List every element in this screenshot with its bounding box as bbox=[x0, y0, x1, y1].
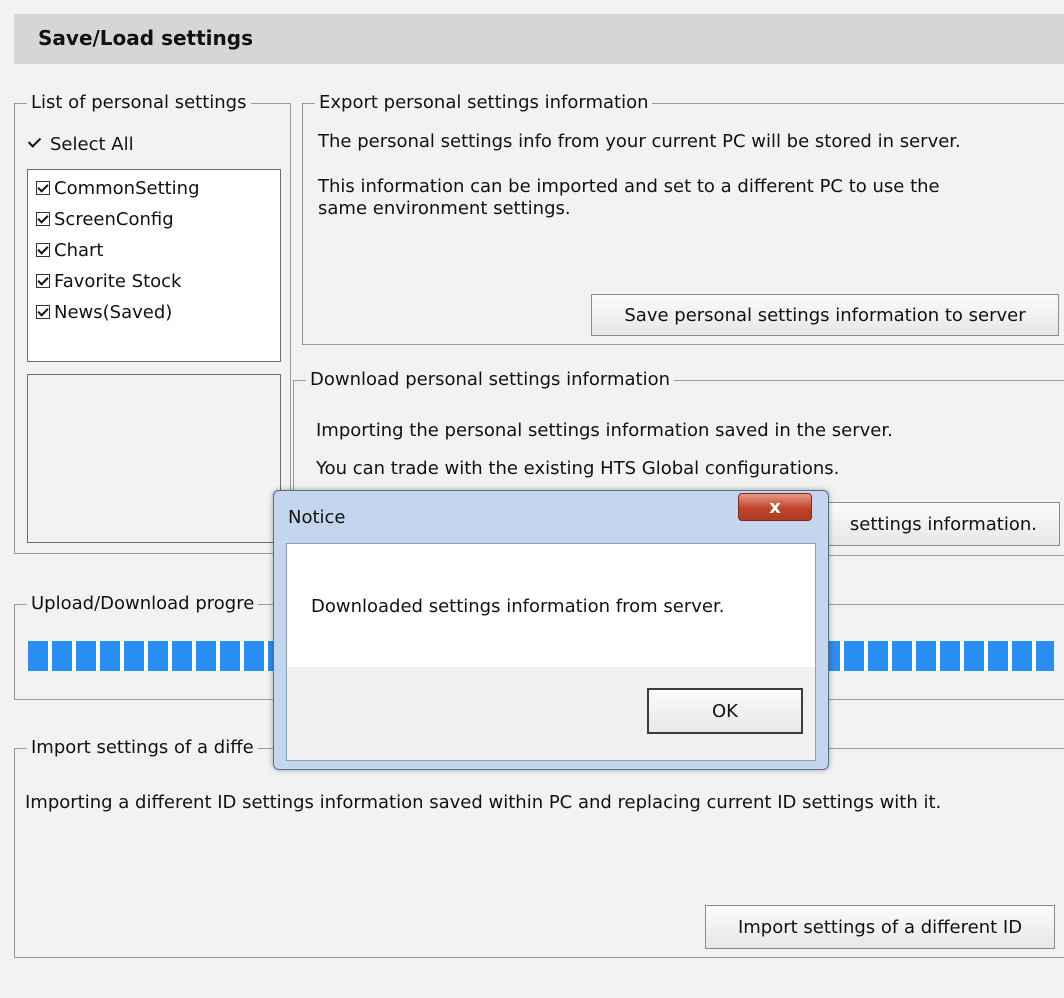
close-button[interactable]: x bbox=[738, 493, 812, 521]
dialog-message: Downloaded settings information from ser… bbox=[311, 596, 725, 617]
list-item-label: Favorite Stock bbox=[54, 271, 182, 292]
ok-button[interactable]: OK bbox=[647, 688, 803, 734]
list-item-label: CommonSetting bbox=[54, 178, 200, 199]
personal-settings-listbox[interactable]: CommonSetting ScreenConfig Chart Favorit… bbox=[27, 169, 281, 362]
select-all-checkbox[interactable]: Select All bbox=[27, 132, 134, 158]
import-settings-group: Import settings of a diffe Importing a d… bbox=[14, 736, 1064, 958]
list-item-commonsetting[interactable]: CommonSetting bbox=[36, 174, 200, 204]
list-item-label: ScreenConfig bbox=[54, 209, 174, 230]
checkbox-icon bbox=[36, 274, 50, 288]
import-description: Importing a different ID settings inform… bbox=[25, 792, 942, 813]
save-to-server-button[interactable]: Save personal settings information to se… bbox=[591, 294, 1059, 336]
settings-detail-box bbox=[27, 374, 281, 543]
list-item-favorite-stock[interactable]: Favorite Stock bbox=[36, 267, 181, 297]
list-item-news-saved[interactable]: News(Saved) bbox=[36, 298, 172, 328]
download-description-2: You can trade with the existing HTS Glob… bbox=[316, 458, 840, 479]
download-description-1: Importing the personal settings informat… bbox=[316, 420, 893, 441]
import-different-id-button[interactable]: Import settings of a different ID bbox=[705, 905, 1055, 949]
export-description-1: The personal settings info from your cur… bbox=[318, 131, 961, 152]
export-settings-group: Export personal settings information The… bbox=[302, 91, 1064, 345]
checkbox-icon bbox=[36, 212, 50, 226]
checkbox-icon bbox=[36, 305, 50, 319]
personal-settings-group: List of personal settings Select All Com… bbox=[14, 91, 291, 554]
settings-header: Save/Load settings bbox=[14, 14, 1064, 64]
dialog-body: Downloaded settings information from ser… bbox=[286, 543, 816, 761]
notice-dialog: Notice x Downloaded settings information… bbox=[273, 490, 829, 770]
select-all-label: Select All bbox=[50, 134, 134, 155]
checkbox-icon bbox=[36, 243, 50, 257]
list-item-chart[interactable]: Chart bbox=[36, 236, 103, 266]
import-settings-legend: Import settings of a diffe bbox=[27, 736, 258, 760]
export-description-3: same environment settings. bbox=[318, 198, 571, 219]
export-settings-legend: Export personal settings information bbox=[315, 91, 653, 115]
download-settings-legend: Download personal settings information bbox=[306, 368, 675, 392]
dialog-message-area: Downloaded settings information from ser… bbox=[287, 544, 815, 667]
progress-legend: Upload/Download progre bbox=[27, 592, 259, 616]
close-icon: x bbox=[769, 496, 781, 518]
select-all-check-icon bbox=[27, 136, 42, 151]
page-title: Save/Load settings bbox=[38, 26, 253, 50]
checkbox-icon bbox=[36, 181, 50, 195]
personal-settings-legend: List of personal settings bbox=[27, 91, 251, 115]
dialog-title: Notice bbox=[288, 507, 346, 528]
list-item-screenconfig[interactable]: ScreenConfig bbox=[36, 205, 174, 235]
list-item-label: News(Saved) bbox=[54, 302, 173, 323]
download-button-label: settings information. bbox=[849, 513, 1037, 535]
list-item-label: Chart bbox=[54, 240, 104, 261]
